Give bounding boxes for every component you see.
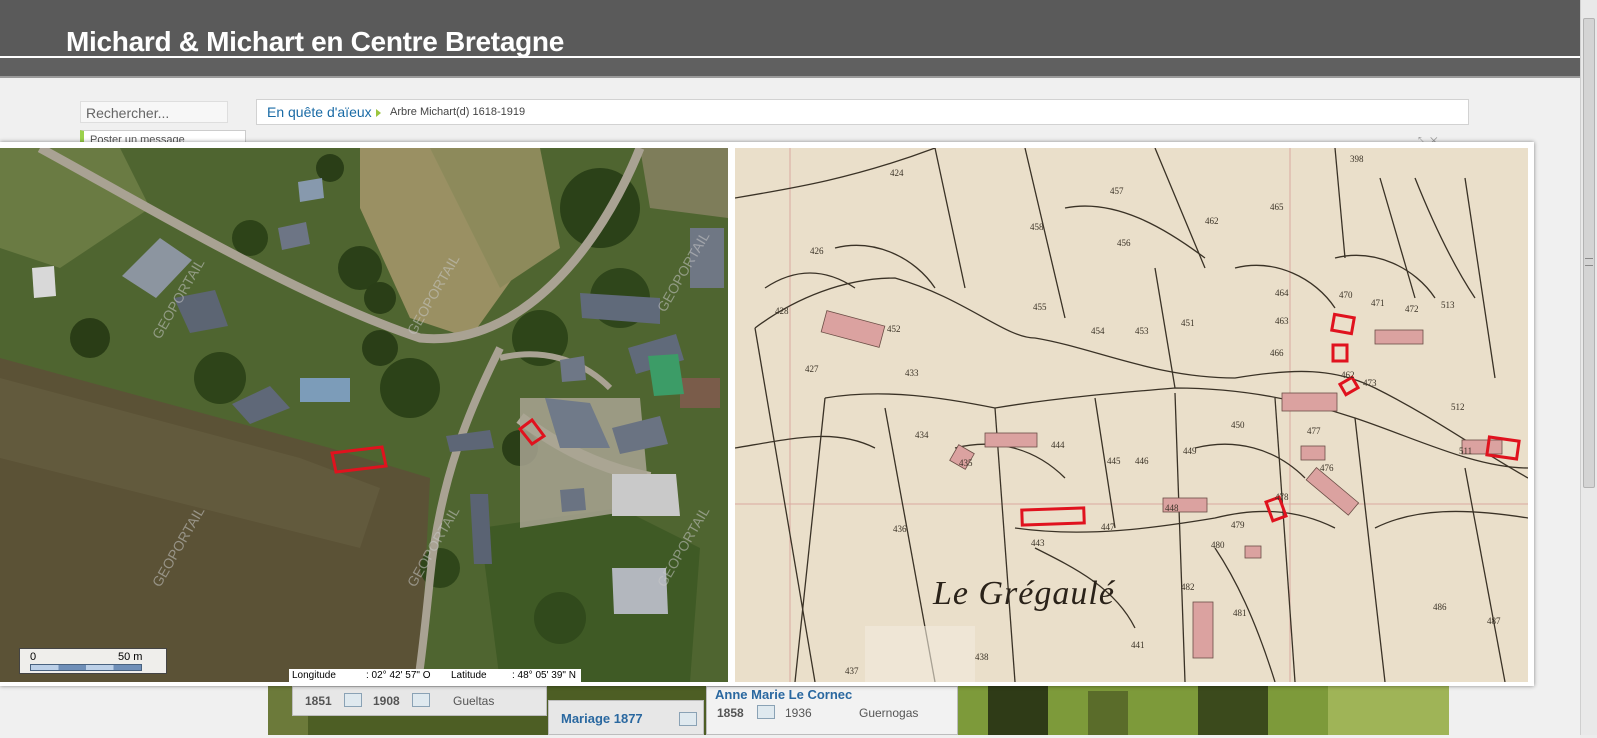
- place-name: Guernogas: [859, 706, 919, 720]
- longitude-value: : 02° 42' 57" O: [366, 670, 431, 681]
- birth-year: 1858: [717, 706, 744, 720]
- site-title[interactable]: Michard & Michart en Centre Bretagne: [66, 26, 564, 58]
- parcel-number: 434: [915, 430, 929, 440]
- longitude-label: Longitude: [292, 670, 336, 681]
- parcel-number: 480: [1211, 540, 1225, 550]
- parcel-number: 513: [1441, 300, 1455, 310]
- parcel-number: 426: [810, 246, 824, 256]
- parcel-number: 435: [959, 458, 973, 468]
- breadcrumb-current: Arbre Michart(d) 1618-1919: [390, 106, 526, 118]
- parcel-number: 466: [1270, 348, 1284, 358]
- person-name[interactable]: Anne Marie Le Cornec: [715, 687, 852, 702]
- parcel-number: 465: [1270, 202, 1284, 212]
- parcel-number: 470: [1339, 290, 1353, 300]
- marriage-icon[interactable]: [679, 712, 697, 726]
- gallery-strip: 1851 1908 Gueltas Mariage 1877 Anne Mari…: [268, 686, 1449, 735]
- parcel-number: 473: [1363, 378, 1377, 388]
- parcel-number: 453: [1135, 326, 1149, 336]
- parcel-number: 479: [1231, 520, 1245, 530]
- breadcrumb-arrow-icon: [376, 109, 381, 117]
- parcel-number: 458: [1030, 222, 1044, 232]
- parcel-number: 482: [1181, 582, 1195, 592]
- scale-end-label: 50 m: [118, 651, 143, 663]
- parcel-number: 445: [1107, 456, 1121, 466]
- parcel-number: 428: [775, 306, 789, 316]
- parcel-number: 441: [1131, 640, 1145, 650]
- place-name: Gueltas: [453, 694, 495, 708]
- parcel-number: 447: [1101, 522, 1115, 532]
- parcel-number: 443: [1031, 538, 1045, 548]
- breadcrumb: En quête d'aïeux Arbre Michart(d) 1618-1…: [256, 99, 1469, 125]
- parcel-number: 463: [1275, 316, 1289, 326]
- parcel-number: 398: [1350, 154, 1364, 164]
- scrollbar-grip-icon: [1585, 258, 1593, 266]
- parcel-number: 464: [1275, 288, 1289, 298]
- aerial-map: GEOPORTAIL GEOPORTAIL GEOPORTAIL GEOPORT…: [0, 148, 728, 682]
- parcel-number: 456: [1117, 238, 1131, 248]
- nav-bar: [0, 58, 1580, 78]
- latitude-label: Latitude: [451, 670, 487, 681]
- parcel-number: 462: [1205, 216, 1219, 226]
- parcel-number: 452: [887, 324, 901, 334]
- parcel-number: 446: [1135, 456, 1149, 466]
- marriage-title: Mariage 1877: [561, 711, 643, 726]
- parcel-number: 455: [1033, 302, 1047, 312]
- coordinates-readout: Longitude : 02° 42' 57" O Latitude : 48°…: [289, 669, 581, 682]
- cadastre-drawing: 424457462 465398426 458456428 455454 453 …: [735, 148, 1528, 682]
- parcel-number: 478: [1275, 492, 1289, 502]
- place-name-label: Le Grégaulé: [932, 575, 1116, 612]
- parcel-number: 512: [1451, 402, 1465, 412]
- person-card-2[interactable]: Anne Marie Le Cornec 1858 1936 Guernogas: [706, 686, 958, 735]
- cadastral-map: 424 457 462 465 398 426 458 456 428 455 454 453 …: [735, 148, 1528, 682]
- burial-icon[interactable]: [412, 693, 430, 707]
- death-year: 1908: [373, 694, 400, 708]
- parcel-number: 449: [1183, 446, 1197, 456]
- aerial-photo: GEOPORTAIL GEOPORTAIL GEOPORTAIL GEOPORT…: [0, 148, 728, 682]
- person-card-1[interactable]: 1851 1908 Gueltas: [292, 686, 547, 716]
- search-input[interactable]: Rechercher...: [80, 101, 228, 123]
- parcel-number: 477: [1307, 426, 1321, 436]
- scrollbar-thumb[interactable]: [1583, 18, 1595, 488]
- parcel-number: 472: [1405, 304, 1419, 314]
- baptism-icon[interactable]: [757, 705, 775, 719]
- marriage-card[interactable]: Mariage 1877: [548, 700, 704, 735]
- parcel-number: 511: [1459, 446, 1472, 456]
- parcel-number: 462: [1341, 370, 1355, 380]
- birth-year: 1851: [305, 694, 332, 708]
- site-header: Michard & Michart en Centre Bretagne: [0, 0, 1580, 58]
- parcel-number: 457: [1110, 186, 1124, 196]
- parcel-number: 438: [975, 652, 989, 662]
- parcel-number: 424: [890, 168, 904, 178]
- death-year: 1936: [785, 706, 812, 720]
- parcel-number: 451: [1181, 318, 1195, 328]
- parcel-number: 444: [1051, 440, 1065, 450]
- latitude-value: : 48° 05' 39" N: [512, 670, 576, 681]
- parcel-number: 476: [1320, 463, 1334, 473]
- scale-bar: 0 50 m: [19, 648, 167, 674]
- parcel-number: 481: [1233, 608, 1247, 618]
- page-scrollbar[interactable]: [1580, 0, 1597, 735]
- baptism-icon[interactable]: [344, 693, 362, 707]
- parcel-number: 437: [845, 666, 859, 676]
- parcel-number: 436: [893, 524, 907, 534]
- breadcrumb-home-link[interactable]: En quête d'aïeux: [267, 100, 372, 124]
- scale-start-label: 0: [30, 651, 37, 663]
- parcel-number: 487: [1487, 616, 1501, 626]
- parcel-number: 427: [805, 364, 819, 374]
- parcel-number: 486: [1433, 602, 1447, 612]
- scale-bar-graphic: [30, 664, 142, 671]
- parcel-number: 450: [1231, 420, 1245, 430]
- parcel-number: 433: [905, 368, 919, 378]
- parcel-number: 471: [1371, 298, 1385, 308]
- parcel-number: 448: [1165, 503, 1179, 513]
- parcel-number: 454: [1091, 326, 1105, 336]
